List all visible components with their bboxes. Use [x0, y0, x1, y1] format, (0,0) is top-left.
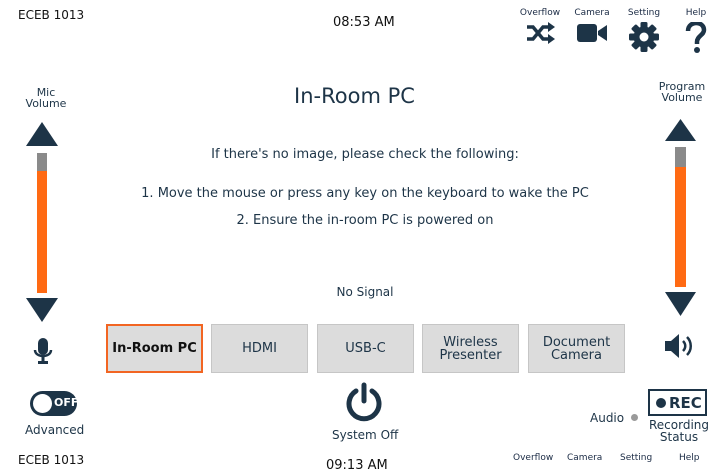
duplicate-help-label: Help [679, 453, 700, 463]
setting-button[interactable]: Setting [621, 8, 667, 52]
advanced-label: Advanced [25, 423, 85, 437]
help-button[interactable]: Help [673, 8, 709, 54]
instruction-step-2: 2. Ensure the in-room PC is powered on [236, 213, 494, 228]
source-document-camera-button[interactable]: Document Camera [528, 324, 625, 373]
source-in-room-pc-button[interactable]: In-Room PC [106, 324, 203, 373]
source-wireless-presenter-button[interactable]: Wireless Presenter [422, 324, 519, 373]
speaker-icon[interactable] [665, 333, 695, 359]
video-camera-icon [577, 24, 607, 42]
record-dot-icon [656, 398, 666, 408]
camera-button[interactable]: Camera [569, 8, 615, 44]
duplicate-overflow-label: Overflow [513, 453, 554, 463]
toggle-state: OFF [54, 396, 79, 409]
source-label: USB-C [345, 341, 386, 356]
mic-volume-up-icon[interactable] [26, 122, 58, 146]
program-volume-up-icon[interactable] [665, 119, 696, 141]
recording-status-label: Recording Status [648, 419, 709, 443]
page-title: In-Room PC [294, 84, 415, 108]
advanced-toggle[interactable]: OFF [30, 391, 79, 416]
source-label: Document Camera [543, 336, 610, 362]
gear-icon [629, 22, 659, 52]
audio-status-dot [631, 414, 638, 421]
duplicate-camera-label: Camera [567, 453, 603, 463]
source-label: In-Room PC [112, 341, 197, 356]
source-label-line2: Camera [550, 347, 602, 363]
room-name: ECEB 1013 [18, 8, 85, 22]
source-label: Wireless Presenter [439, 336, 501, 362]
rec-button[interactable]: REC [648, 389, 707, 416]
question-mark-icon [685, 22, 707, 53]
mic-volume-down-icon[interactable] [26, 298, 58, 322]
shuffle-icon [527, 22, 555, 44]
camera-label: Camera [574, 8, 610, 18]
setting-label: Setting [627, 8, 661, 18]
overflow-label: Overflow [519, 8, 561, 18]
help-label: Help [685, 8, 707, 18]
overflow-button[interactable]: Overflow [517, 8, 563, 44]
microphone-icon[interactable] [33, 338, 53, 364]
source-hdmi-button[interactable]: HDMI [211, 324, 308, 373]
audio-label: Audio [590, 411, 625, 425]
toggle-knob [33, 394, 52, 413]
system-off-label: System Off [332, 428, 399, 442]
duplicate-clock: 09:13 AM [326, 458, 388, 473]
recording-status-line2: Status [659, 430, 699, 444]
source-usb-c-button[interactable]: USB-C [317, 324, 414, 373]
duplicate-room-name: ECEB 1013 [18, 453, 85, 467]
source-label: HDMI [242, 341, 277, 356]
instruction-step-1: 1. Move the mouse or press any key on th… [141, 186, 589, 201]
power-icon[interactable] [345, 382, 383, 422]
check-message: If there's no image, please check the fo… [211, 147, 519, 162]
clock: 08:53 AM [333, 15, 395, 30]
source-label-line2: Presenter [439, 347, 502, 363]
rec-label: REC [669, 394, 702, 412]
duplicate-setting-label: Setting [620, 453, 653, 463]
signal-status: No Signal [336, 285, 394, 299]
